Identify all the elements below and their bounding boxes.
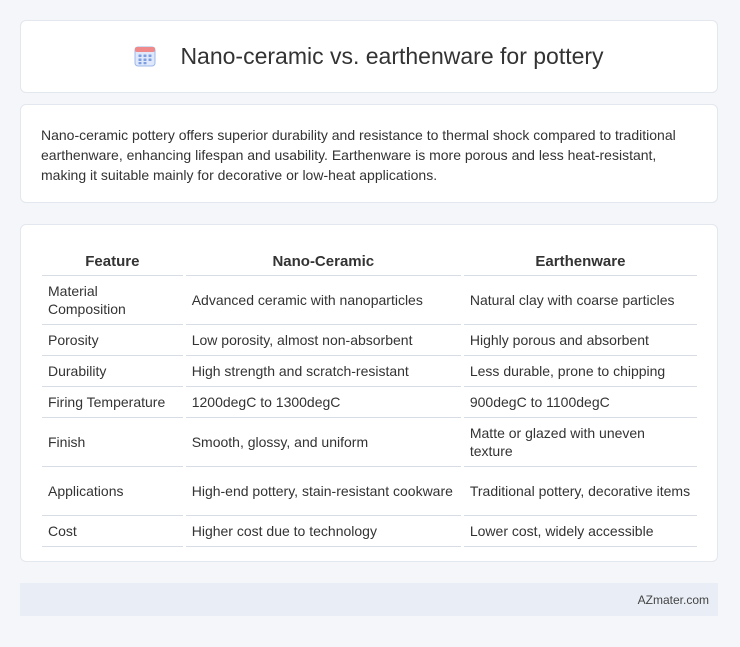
cell-nano-ceramic: 1200degC to 1300degC [185, 387, 461, 418]
comparison-table-card: Feature Nano-Ceramic Earthenware Materia… [20, 224, 718, 562]
footer-bar: AZmater.com [20, 583, 718, 616]
cell-feature: Finish [42, 418, 183, 467]
cell-nano-ceramic: Higher cost due to technology [185, 516, 461, 547]
cell-earthenware: Highly porous and absorbent [463, 325, 697, 356]
header-nano-ceramic: Nano-Ceramic [185, 243, 461, 276]
comparison-table: Feature Nano-Ceramic Earthenware Materia… [39, 243, 700, 547]
cell-nano-ceramic: Advanced ceramic with nanoparticles [185, 276, 461, 325]
title-card: Nano-ceramic vs. earthenware for pottery [20, 20, 718, 93]
calendar-grid-icon [134, 46, 156, 66]
summary-card: Nano-ceramic pottery offers superior dur… [20, 104, 718, 203]
cell-earthenware: Less durable, prone to chipping [463, 356, 697, 387]
cell-nano-ceramic: High-end pottery, stain-resistant cookwa… [185, 467, 461, 516]
cell-nano-ceramic: High strength and scratch-resistant [185, 356, 461, 387]
table-row: Porosity Low porosity, almost non-absorb… [42, 325, 697, 356]
cell-feature: Cost [42, 516, 183, 547]
table-row: Cost Higher cost due to technology Lower… [42, 516, 697, 547]
header-feature: Feature [42, 243, 183, 276]
page-title: Nano-ceramic vs. earthenware for pottery [180, 43, 604, 69]
table-row: Material Composition Advanced ceramic wi… [42, 276, 697, 325]
cell-feature: Applications [42, 467, 183, 516]
footer-site-link[interactable]: AZmater.com [638, 593, 709, 607]
cell-feature: Material Composition [42, 276, 183, 325]
table-row: Firing Temperature 1200degC to 1300degC … [42, 387, 697, 418]
cell-earthenware: Lower cost, widely accessible [463, 516, 697, 547]
cell-feature: Porosity [42, 325, 183, 356]
cell-earthenware: Matte or glazed with uneven texture [463, 418, 697, 467]
cell-nano-ceramic: Low porosity, almost non-absorbent [185, 325, 461, 356]
table-row: Durability High strength and scratch-res… [42, 356, 697, 387]
header-earthenware: Earthenware [463, 243, 697, 276]
cell-earthenware: Natural clay with coarse particles [463, 276, 697, 325]
table-row: Finish Smooth, glossy, and uniform Matte… [42, 418, 697, 467]
cell-feature: Durability [42, 356, 183, 387]
cell-nano-ceramic: Smooth, glossy, and uniform [185, 418, 461, 467]
table-header-row: Feature Nano-Ceramic Earthenware [42, 243, 697, 276]
table-row: Applications High-end pottery, stain-res… [42, 467, 697, 516]
cell-feature: Firing Temperature [42, 387, 183, 418]
cell-earthenware: 900degC to 1100degC [463, 387, 697, 418]
summary-text: Nano-ceramic pottery offers superior dur… [41, 127, 676, 183]
cell-earthenware: Traditional pottery, decorative items [463, 467, 697, 516]
